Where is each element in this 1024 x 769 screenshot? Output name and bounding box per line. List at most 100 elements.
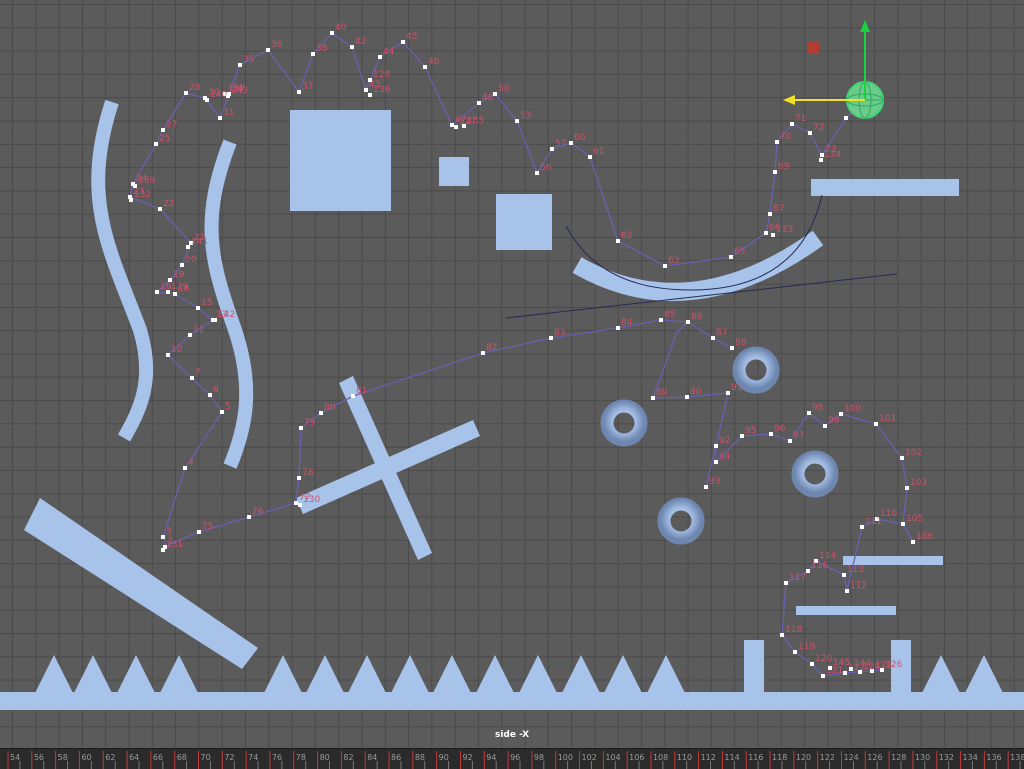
curve-vertex[interactable]	[807, 411, 811, 415]
torus-4[interactable]	[657, 497, 705, 545]
curve-vertex[interactable]	[874, 422, 878, 426]
spike[interactable]	[159, 655, 199, 695]
time-slider[interactable]: 54 56 58 60 62 64 66 68 70 72 74 76 78 80 82 84 86 88 90 92…	[0, 748, 1024, 769]
curve-vertex[interactable]	[477, 101, 481, 105]
spike[interactable]	[34, 655, 74, 695]
curve-vertex[interactable]	[351, 394, 355, 398]
curve-vertex[interactable]	[220, 410, 224, 414]
curve-vertex[interactable]	[368, 93, 372, 97]
curve-vertex[interactable]	[368, 78, 372, 82]
curve-vertex[interactable]	[790, 122, 794, 126]
curve-vertex[interactable]	[196, 306, 200, 310]
curve-vertex[interactable]	[769, 432, 773, 436]
spike[interactable]	[603, 655, 643, 695]
curve-vertex[interactable]	[810, 662, 814, 666]
spike[interactable]	[432, 655, 472, 695]
curve-vertex[interactable]	[828, 666, 832, 670]
curve-vertex[interactable]	[569, 141, 573, 145]
curve-vertex[interactable]	[226, 94, 230, 98]
curve-vertex[interactable]	[161, 548, 165, 552]
spike[interactable]	[305, 655, 345, 695]
curve-vertex[interactable]	[535, 171, 539, 175]
curve-vertex[interactable]	[860, 525, 864, 529]
curved-wall-middle[interactable]	[204, 139, 254, 469]
curve-vertex[interactable]	[806, 569, 810, 573]
shelf-upper[interactable]	[843, 556, 943, 565]
curve-vertex[interactable]	[161, 128, 165, 132]
time-ruler[interactable]: 54 56 58 60 62 64 66 68 70 72 74 76 78 80 82 84 86 88 90 92…	[0, 749, 1024, 769]
curve-vertex[interactable]	[784, 581, 788, 585]
spike[interactable]	[347, 655, 387, 695]
curve-vertex[interactable]	[616, 326, 620, 330]
curve-vertex[interactable]	[588, 155, 592, 159]
curve-vertex[interactable]	[364, 88, 368, 92]
curve-vertex[interactable]	[819, 158, 823, 162]
viewport-side-view[interactable]: 1 3 4 5 6 7 10 11 13 15 16 18 19 20 21 22 23 24 25 27 28 30 31…	[0, 0, 1024, 748]
curve-vertex[interactable]	[821, 674, 825, 678]
curve-vertex[interactable]	[704, 485, 708, 489]
curve-vertex[interactable]	[788, 439, 792, 443]
post-left[interactable]	[744, 640, 764, 695]
curve-vertex[interactable]	[773, 170, 777, 174]
curve-vertex[interactable]	[423, 65, 427, 69]
curve-vertex[interactable]	[186, 245, 190, 249]
curve-vertex[interactable]	[197, 530, 201, 534]
curve-vertex[interactable]	[481, 351, 485, 355]
curve-vertex[interactable]	[729, 255, 733, 259]
manipulator-handle[interactable]	[807, 42, 819, 54]
curve-vertex[interactable]	[205, 98, 209, 102]
curve-vertex[interactable]	[901, 522, 905, 526]
curve-vertex[interactable]	[730, 346, 734, 350]
curve-vertex[interactable]	[350, 45, 354, 49]
curve-vertex[interactable]	[845, 589, 849, 593]
curve-vertex[interactable]	[454, 125, 458, 129]
shelf-lower[interactable]	[796, 606, 896, 615]
curve-vertex[interactable]	[880, 668, 884, 672]
medium-box[interactable]	[496, 194, 552, 250]
spike[interactable]	[475, 655, 515, 695]
curve-vertex[interactable]	[190, 376, 194, 380]
curve-vertex[interactable]	[155, 290, 159, 294]
curve-vertex[interactable]	[843, 671, 847, 675]
curve-vertex[interactable]	[550, 147, 554, 151]
curve-vertex[interactable]	[764, 231, 768, 235]
curve-vertex[interactable]	[311, 52, 315, 56]
curve-vertex[interactable]	[450, 123, 454, 127]
curve-vertex[interactable]	[213, 318, 217, 322]
curve-vertex[interactable]	[218, 116, 222, 120]
curve-vertex[interactable]	[870, 669, 874, 673]
curve-vertex[interactable]	[173, 292, 177, 296]
curve-vertex[interactable]	[842, 573, 846, 577]
curve-vertex[interactable]	[768, 212, 772, 216]
curve-vertex[interactable]	[493, 92, 497, 96]
curve-vertex[interactable]	[711, 336, 715, 340]
curve-vertex[interactable]	[297, 90, 301, 94]
curve-vertex[interactable]	[714, 460, 718, 464]
curve-vertex[interactable]	[299, 426, 303, 430]
curve-vertex[interactable]	[659, 318, 663, 322]
curve-vertex[interactable]	[462, 124, 466, 128]
curve-vertex[interactable]	[297, 476, 301, 480]
curve-vertex[interactable]	[515, 119, 519, 123]
curve-vertex[interactable]	[858, 670, 862, 674]
curve-vertex[interactable]	[549, 336, 553, 340]
spike[interactable]	[73, 655, 113, 695]
curve-vertex[interactable]	[726, 391, 730, 395]
spike[interactable]	[964, 655, 1004, 695]
curve-vertex[interactable]	[651, 396, 655, 400]
curve-vertex[interactable]	[294, 501, 298, 505]
curve-vertex[interactable]	[911, 540, 915, 544]
curve-vertex[interactable]	[793, 650, 797, 654]
curve-vertex[interactable]	[905, 486, 909, 490]
torus-1[interactable]	[732, 346, 780, 394]
curve-vertex[interactable]	[686, 320, 690, 324]
cross-bar-b[interactable]	[296, 420, 480, 514]
curve-vertex[interactable]	[663, 264, 667, 268]
spike[interactable]	[646, 655, 686, 695]
curve-vertex[interactable]	[129, 198, 133, 202]
curve-vertex[interactable]	[183, 466, 187, 470]
spike[interactable]	[561, 655, 601, 695]
small-box[interactable]	[439, 157, 469, 186]
curve-vertex[interactable]	[780, 633, 784, 637]
curve-vertex[interactable]	[158, 207, 162, 211]
